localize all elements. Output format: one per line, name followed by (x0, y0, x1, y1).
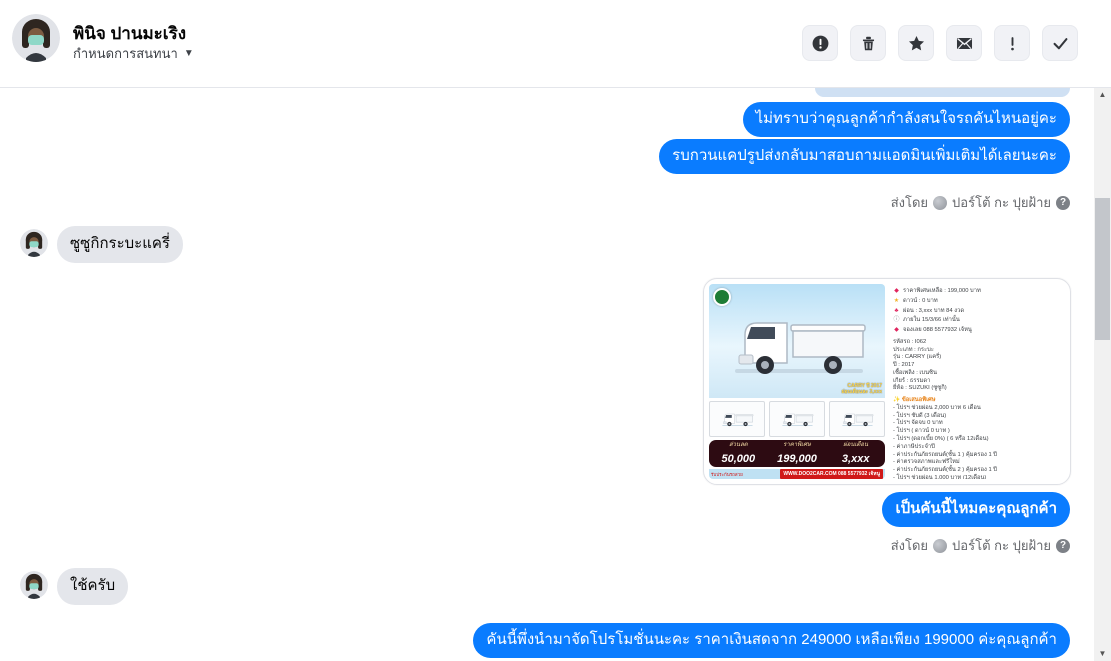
trash-icon (862, 36, 874, 50)
star-icon (908, 35, 924, 50)
truck-thumb-icon (838, 407, 876, 431)
page-badge-icon (933, 538, 948, 553)
sent-by-status: ส่งโดย ปอร์โต้ กะ ปุยฝ้าย ? (891, 192, 1070, 213)
diamond-bullet-icon: ◆ (894, 288, 899, 294)
mark-unread-button[interactable] (946, 25, 982, 61)
conversation-menu[interactable]: กำหนดการสนทนา ▼ (73, 43, 194, 64)
incoming-message[interactable]: ใช้ครับ (57, 568, 129, 605)
sent-by-agent: ปอร์โต้ กะ ปุยฝ้าย (952, 195, 1051, 210)
sparkle-icon: ✨ (893, 397, 901, 404)
help-icon[interactable]: ? (1056, 195, 1070, 210)
price-banner: ส่วนลด 50,000 ราคาพิเศษ 199,000 ผ่อนเดือ… (709, 440, 885, 467)
discount-value: 50,000 (721, 452, 756, 465)
car-thumbnail (769, 401, 825, 437)
car-listing-image-attachment[interactable]: CARRY ปี 2017 ผ่อนเดือนละ 3,xxx ส่วนลด 5… (703, 278, 1071, 485)
car-main-photo: CARRY ปี 2017 ผ่อนเดือนละ 3,xxx (709, 284, 885, 398)
mark-important-button[interactable] (994, 25, 1030, 61)
sent-by-label: ส่งโดย (890, 538, 929, 553)
outgoing-message[interactable]: ไม่ทราบว่าคุณลูกค้ากำลังสนใจรถคันไหนอยู่… (742, 102, 1070, 137)
star-bullet-icon: ★ (893, 297, 900, 304)
star-button[interactable] (898, 25, 934, 61)
spec-phone-line: ◆ จองเลย 088 5577932 เจ้หนู (894, 327, 972, 334)
exclamation-icon (1010, 36, 1014, 50)
spec-installment-line: ♣ ผ่อน : 3,xxx บาท 84 งวด (894, 307, 965, 314)
watermark-text: รับประกันรถสวย (711, 471, 743, 477)
installment-value: 3,xxx (841, 452, 870, 465)
spec-deadline-line: ⓘ ภายใน 15/3/66 เท่านั้น (893, 317, 960, 324)
club-bullet-icon: ♣ (894, 307, 899, 314)
page-badge-icon (933, 195, 948, 210)
truck-thumb-icon (778, 407, 816, 431)
avatar-icon (20, 229, 48, 257)
scroll-down-arrow-icon[interactable]: ▼ (1094, 647, 1111, 661)
installment-label: ผ่อนเดือน (843, 441, 869, 448)
contact-avatar-small[interactable] (20, 571, 48, 599)
car-photo-collage: CARRY ปี 2017 ผ่อนเดือนละ 3,xxx ส่วนลด 5… (709, 284, 885, 479)
vertical-scrollbar[interactable]: ▲ ▼ (1094, 88, 1111, 661)
special-price-label: ราคาพิเศษ (783, 441, 811, 448)
car-thumbnail (709, 401, 765, 437)
delete-button[interactable] (850, 25, 886, 61)
offers-list: - โปรฯ ช่วยผ่อน 2,000 บาท 6 เดือน - โปรฯ… (893, 404, 997, 479)
incoming-message[interactable]: ซูซูกิกระบะแครี่ (57, 226, 183, 263)
avatar-icon (20, 571, 48, 599)
envelope-icon (956, 37, 972, 49)
car-thumbnails (709, 401, 885, 437)
sent-by-status: ส่งโดย ปอร์โต้ กะ ปุยฝ้าย ? (891, 535, 1070, 556)
sent-by-label: ส่งโดย (890, 195, 929, 210)
previous-message-partial[interactable] (815, 88, 1070, 97)
mark-done-button[interactable] (1042, 25, 1078, 61)
truck-photo-icon (717, 298, 877, 390)
scroll-up-arrow-icon[interactable]: ▲ (1094, 88, 1111, 102)
chevron-down-icon: ▼ (183, 48, 194, 59)
car-thumbnail (829, 401, 885, 437)
spec-price-line: ◆ ราคาพิเศษเหลือ : 199,000 บาท (894, 288, 981, 294)
car-spec-panel: ◆ ราคาพิเศษเหลือ : 199,000 บาท ★ ดาวน์ :… (890, 284, 1065, 479)
listing-footer-strip: รับประกันรถสวย WWW.DOO2CAR.COM 088 55779… (709, 469, 885, 479)
conversation-header: พินิจ ปานมะเริง กำหนดการสนทนา ▼ (0, 0, 1111, 88)
message-thread: ไม่ทราบว่าคุณลูกค้ากำลังสนใจรถคันไหนอยู่… (0, 88, 1094, 661)
outgoing-message[interactable]: เป็นคันนี้ไหมคะคุณลูกค้า (882, 492, 1070, 527)
photo-caption: CARRY ปี 2017 ผ่อนเดือนละ 3,xxx (841, 383, 882, 395)
exclamation-circle-icon (812, 35, 828, 51)
outgoing-message[interactable]: รบกวนแคปรูปส่งกลับมาสอบถามแอดมินเพิ่มเติ… (659, 139, 1070, 174)
truck-thumb-icon (718, 407, 756, 431)
offers-title: ✨ ข้อเสนอพิเศษ (893, 397, 936, 404)
spec-down-line: ★ ดาวน์ : 0 บาท (893, 297, 938, 304)
check-icon (1053, 37, 1067, 49)
outgoing-message[interactable]: คันนี้พึ่งนำมาจัดโปรโมชั่นนะคะ ราคาเงินส… (473, 623, 1070, 658)
contact-avatar[interactable] (12, 14, 60, 62)
contact-avatar-small[interactable] (20, 229, 48, 257)
report-button[interactable] (802, 25, 838, 61)
special-price-value: 199,000 (777, 452, 817, 465)
diamond-bullet-icon: ◆ (894, 327, 899, 334)
website-text: WWW.DOO2CAR.COM 088 5577932 เจ้หนู (780, 469, 883, 479)
avatar-icon (12, 14, 60, 62)
conversation-menu-label: กำหนดการสนทนา (73, 46, 178, 61)
sent-by-agent: ปอร์โต้ กะ ปุยฝ้าย (952, 538, 1051, 553)
scrollbar-thumb[interactable] (1095, 198, 1110, 340)
discount-label: ส่วนลด (728, 441, 748, 448)
help-icon[interactable]: ? (1056, 538, 1070, 553)
header-action-bar (802, 25, 1078, 61)
car-details: รหัสรถ : I062 ประเภท : กระบะ รุ่น : CARR… (893, 338, 947, 392)
info-bullet-icon: ⓘ (893, 317, 900, 324)
